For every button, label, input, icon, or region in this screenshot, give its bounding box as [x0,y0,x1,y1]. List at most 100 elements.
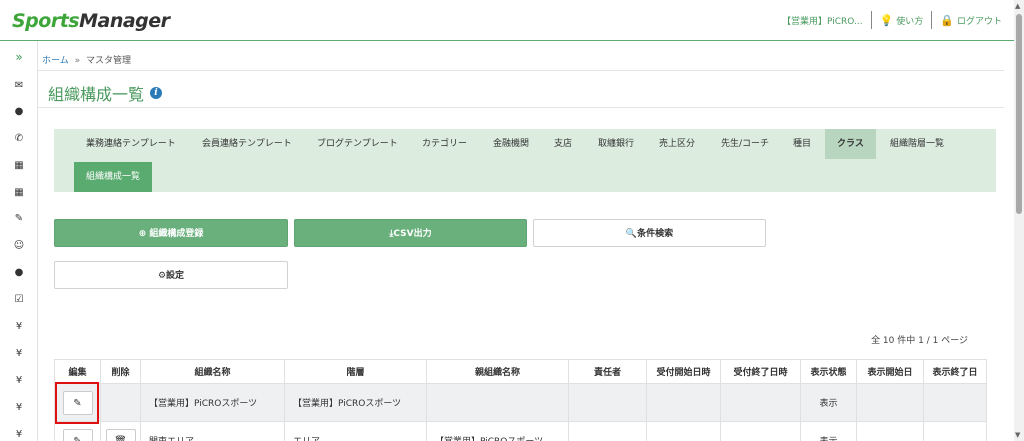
page-title-text: 組織構成一覧 [48,85,145,104]
hierarchy-cell: 【営業用】PiCROスポーツ [284,383,427,422]
tab-member-template[interactable]: 会員連絡テンプレート [190,129,304,159]
display-end-cell [923,421,987,441]
display-start-cell [856,383,924,422]
display-status-cell: 表示 [800,421,857,441]
tab-collecting-bank[interactable]: 取纏銀行 [586,129,646,159]
manager-cell [568,421,647,441]
scrollbar-thumb[interactable] [1016,14,1022,214]
table-row: ✎ 🗑 関東エリア エリア 【営業用】PiCROスポーツ 表示 [54,421,987,441]
trash-icon[interactable]: 🗑 [105,428,136,441]
breadcrumb-home-link[interactable]: ホーム [42,56,69,66]
col-hierarchy[interactable]: 階層 [284,359,427,384]
scroll-up-icon[interactable]: ▲ [1015,2,1020,10]
col-display-status[interactable]: 表示状態 [800,359,857,384]
header-divider [931,11,933,29]
calendar-icon[interactable]: ▦ [0,187,38,199]
page-scrollbar[interactable]: ▲ ▼ [1014,0,1024,441]
yen-icon[interactable]: ¥ [0,348,38,360]
table-row: ✎ 【営業用】PiCROスポーツ 【営業用】PiCROスポーツ 表示 [54,383,987,422]
col-edit: 編集 [54,359,101,384]
master-tabs: 業務連絡テンプレート 会員連絡テンプレート ブログテンプレート カテゴリー 金融… [54,129,996,192]
smile-icon[interactable]: ☺ [0,240,38,252]
breadcrumb: ホーム » マスタ管理 [42,53,131,66]
scroll-down-icon[interactable]: ▼ [1015,431,1020,439]
display-end-cell [923,383,987,422]
col-display-start[interactable]: 表示開始日 [856,359,924,384]
org-name-link[interactable]: 【営業用】PiCRO... [782,14,863,27]
divider [38,70,1004,71]
pencil-icon[interactable]: ✎ [62,428,93,441]
breadcrumb-current: マスタ管理 [86,56,132,66]
sports-manager-logo[interactable]: SportsManager [12,10,170,32]
tab-sales-category[interactable]: 売上区分 [647,129,707,159]
org-name-cell: 【営業用】PiCROスポーツ [140,383,285,422]
search-icon: 🔍 [625,229,638,239]
table-header-row: 編集 削除 組織名称 階層 親組織名称 責任者 受付開始日時 受付終了日時 表示… [54,359,987,384]
col-manager[interactable]: 責任者 [568,359,647,384]
manager-cell [568,383,647,422]
gear-icon: ⚙ [157,271,167,281]
tab-business-template[interactable]: 業務連絡テンプレート [74,129,188,159]
yen-icon[interactable]: ¥ [0,429,38,441]
col-delete: 削除 [100,359,141,384]
yen-icon[interactable]: ¥ [0,375,38,387]
tab-class[interactable]: クラス [825,129,876,159]
info-icon[interactable]: i [150,87,163,99]
lightbulb-icon: 💡 [879,13,894,27]
col-display-end[interactable]: 表示終了日 [923,359,987,384]
col-reception-start[interactable]: 受付開始日時 [646,359,721,384]
tab-sport-type[interactable]: 種目 [781,129,823,159]
mail-icon[interactable]: ✉ [0,80,38,92]
reception-end-cell [720,421,801,441]
help-link[interactable]: 使い方 [896,14,923,27]
reception-start-cell [646,421,721,441]
breadcrumb-separator: » [74,56,81,66]
page-title: 組織構成一覧 i [48,81,163,105]
pagination-summary: 全 10 件中 1 / 1 ページ [871,336,968,346]
csv-export-button[interactable]: ⤓CSV出力 [294,219,527,247]
yen-icon[interactable]: ¥ [0,402,38,414]
register-org-button[interactable]: ⊕ 組織構成登録 [54,219,288,247]
parent-org-cell [426,383,569,422]
delete-cell: 🗑 [100,421,141,441]
display-start-cell [856,421,924,441]
reception-start-cell [646,383,721,422]
lock-icon: 🔒 [940,13,954,27]
tab-blog-template[interactable]: ブログテンプレート [305,129,410,159]
delete-cell [100,383,141,422]
logout-link[interactable]: ログアウト [957,14,1002,27]
tab-category[interactable]: カテゴリー [410,129,479,159]
app-header: SportsManager 【営業用】PiCRO... 💡 使い方 🔒 ログアウ… [0,0,1014,41]
tab-bank[interactable]: 金融機関 [481,129,541,159]
yen-icon[interactable]: ¥ [0,321,38,333]
settings-button[interactable]: ⚙設定 [54,261,288,289]
header-divider [870,11,872,29]
divider [38,107,1004,108]
checkbox-icon[interactable]: ☑ [0,294,38,306]
edit-cell: ✎ [54,421,101,441]
expand-nav-icon[interactable]: » [0,51,38,63]
col-reception-end[interactable]: 受付終了日時 [720,359,801,384]
tab-org-structure[interactable]: 組織構成一覧 [74,162,153,192]
col-org-name[interactable]: 組織名称 [140,359,285,384]
reception-end-cell [720,383,801,422]
header-right-menu: 【営業用】PiCRO... 💡 使い方 🔒 ログアウト [782,11,1002,29]
search-button[interactable]: 🔍条件検索 [533,219,766,247]
tab-org-hierarchy[interactable]: 組織階層一覧 [878,129,956,159]
hierarchy-cell: エリア [284,421,427,441]
chat-icon[interactable]: ● [0,106,38,118]
user-icon[interactable]: ● [0,267,38,279]
parent-org-cell: 【営業用】PiCROスポーツ [426,421,569,441]
display-status-cell: 表示 [800,383,857,422]
org-name-cell: 関東エリア [140,421,285,441]
pencil-icon[interactable]: ✎ [0,213,38,225]
side-nav-rail: » ✉ ● ✆ ▦ ▦ ✎ ☺ ● ☑ ¥ ¥ ¥ ¥ ¥ [0,41,38,441]
plus-circle-icon: ⊕ [138,229,147,239]
col-parent-org[interactable]: 親組織名称 [426,359,569,384]
org-structure-table: 編集 削除 組織名称 階層 親組織名称 責任者 受付開始日時 受付終了日時 表示… [54,359,987,441]
highlight-box [55,382,99,424]
phone-icon[interactable]: ✆ [0,133,38,145]
tab-coach[interactable]: 先生/コーチ [709,129,781,159]
calendar-icon[interactable]: ▦ [0,160,38,172]
tab-branch[interactable]: 支店 [542,129,584,159]
